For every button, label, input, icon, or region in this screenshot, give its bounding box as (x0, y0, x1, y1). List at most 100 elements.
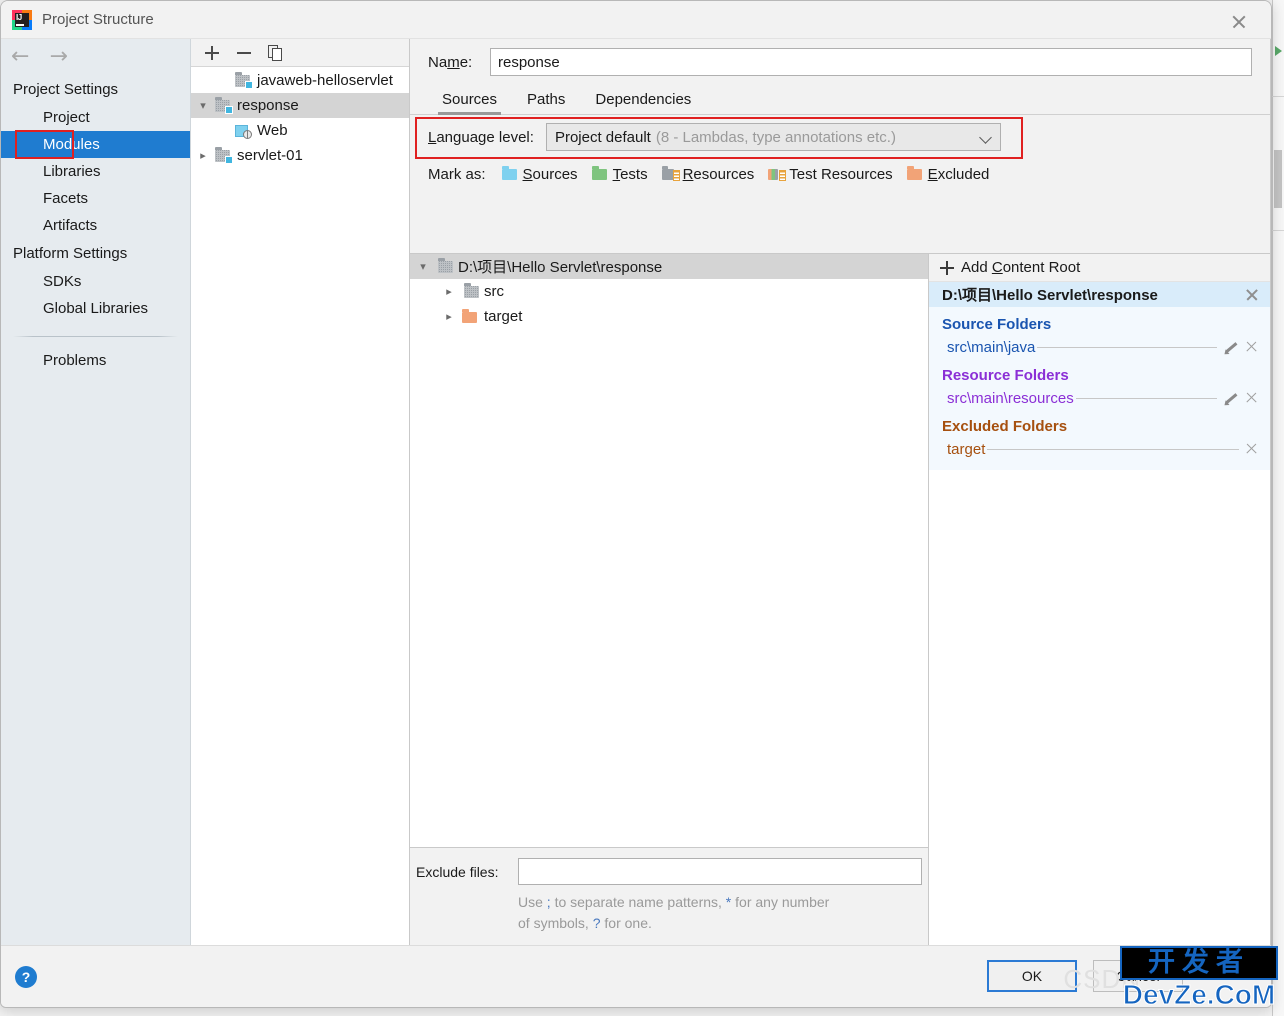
arrow-right-icon[interactable]: → (49, 46, 67, 68)
chevron-down-icon (979, 131, 992, 144)
chevron-right-icon[interactable]: ▸ (436, 285, 462, 298)
exclude-files-input[interactable] (518, 858, 922, 885)
remove-source-folder-icon[interactable] (1245, 340, 1259, 354)
remove-excluded-folder-icon[interactable] (1245, 442, 1259, 456)
mark-as-resources-button[interactable]: Resources (661, 166, 754, 183)
tab-dependencies[interactable]: Dependencies (581, 87, 705, 114)
close-icon[interactable] (1229, 11, 1249, 31)
sidebar-item-label: Modules (43, 136, 100, 153)
content-tree-label: src (484, 283, 504, 300)
language-level-row: Language level: Project default (8 - Lam… (410, 115, 1270, 159)
resource-folder-path: src\main\resources (947, 389, 1074, 407)
chevron-down-icon[interactable]: ▾ (193, 99, 213, 112)
module-folder-icon (213, 146, 233, 164)
add-content-root-label: Add Content Root (961, 259, 1081, 276)
remove-resource-folder-icon[interactable] (1245, 391, 1259, 405)
content-root-label: D:\项目\Hello Servlet\response (458, 259, 663, 276)
remove-module-button[interactable] (231, 41, 257, 65)
content-roots-split: ▾ D:\项目\Hello Servlet\response ▸ src ▸ t… (410, 253, 1270, 945)
sidebar-item-artifacts[interactable]: Artifacts (1, 212, 190, 239)
excluded-folder-icon (906, 166, 925, 181)
mark-as-row: Mark as: Sources Tests Resources Test Re… (410, 159, 1270, 189)
exclude-files-hint: Use ; to separate name patterns, * for a… (410, 885, 830, 934)
module-tabs: Sources Paths Dependencies (410, 85, 1270, 115)
module-name-input[interactable] (490, 48, 1252, 76)
module-row-web-facet[interactable]: Web (191, 118, 409, 143)
exclude-files-label: Exclude files: (416, 863, 499, 880)
mark-as-sources-button[interactable]: Sources (501, 166, 578, 183)
test-resources-folder-icon (768, 167, 787, 181)
module-row-javaweb-helloservlet[interactable]: javaweb-helloservlet (191, 68, 409, 93)
tests-folder-icon (591, 166, 610, 181)
background-divider (1272, 230, 1284, 231)
resources-folder-icon (661, 166, 680, 181)
sidebar-group-project-settings: Project Settings (13, 81, 119, 98)
source-folder-row[interactable]: src\main\java (929, 336, 1270, 358)
sidebar-item-modules[interactable]: Modules (1, 130, 190, 159)
excluded-folders-title: Excluded Folders (942, 418, 1068, 435)
mark-as-excluded-button[interactable]: Excluded (906, 166, 989, 183)
exclude-files-area: Exclude files: Use ; to separate name pa… (410, 847, 928, 945)
module-label: servlet-01 (237, 147, 303, 164)
sidebar-navigation: ← → (1, 39, 190, 75)
edit-resource-folder-icon[interactable] (1223, 390, 1239, 406)
remove-content-root-icon[interactable] (1245, 288, 1259, 302)
content-root-path-header[interactable]: D:\项目\Hello Servlet\response (929, 282, 1270, 307)
sidebar-item-sdks[interactable]: SDKs (1, 268, 190, 295)
tab-sources[interactable]: Sources (428, 87, 511, 115)
background-scrollbar-thumb[interactable] (1274, 150, 1282, 208)
settings-sidebar: ← → Project Settings Project Modules Lib… (1, 39, 191, 945)
sidebar-item-libraries[interactable]: Libraries (1, 158, 190, 185)
folder-rule (1075, 397, 1217, 399)
copy-module-button[interactable] (263, 41, 289, 65)
module-folder-icon (233, 71, 253, 89)
mark-as-label: Mark as: (428, 165, 486, 183)
content-root-row[interactable]: ▾ D:\项目\Hello Servlet\response (410, 254, 928, 279)
module-name-row: Name: (410, 39, 1270, 85)
folder-rule (1037, 346, 1217, 348)
module-label: response (237, 97, 299, 114)
content-root-block: D:\项目\Hello Servlet\response Source Fold… (929, 282, 1270, 470)
module-row-response[interactable]: ▾ response (191, 93, 409, 118)
folder-rule (987, 448, 1239, 450)
sources-folder-icon (501, 166, 520, 181)
copy-icon (268, 44, 284, 61)
chevron-right-icon[interactable]: ▸ (193, 149, 213, 162)
intellij-idea-icon: IJ (12, 9, 32, 30)
sidebar-divider (13, 336, 178, 337)
language-level-detail: (8 - Lambdas, type annotations etc.) (655, 128, 896, 146)
language-level-dropdown[interactable]: Project default (8 - Lambdas, type annot… (545, 123, 1001, 151)
chevron-right-icon[interactable]: ▸ (436, 310, 462, 323)
sidebar-item-problems[interactable]: Problems (1, 347, 190, 374)
modules-toolbar (191, 39, 409, 67)
ok-button[interactable]: OK (987, 960, 1077, 992)
arrow-left-icon[interactable]: ← (11, 46, 29, 68)
resource-folder-row[interactable]: src\main\resources (929, 387, 1270, 409)
help-icon[interactable]: ? (15, 965, 37, 988)
module-folder-icon (213, 96, 233, 114)
cancel-button[interactable]: Cancel (1093, 960, 1183, 992)
edit-source-folder-icon[interactable] (1223, 339, 1239, 355)
content-root-details-panel: Add Content Root D:\项目\Hello Servlet\res… (929, 253, 1270, 945)
dialog-button-bar: ? OK Cancel CSDN (1, 945, 1271, 1007)
add-module-button[interactable] (199, 41, 225, 65)
content-tree-row-target[interactable]: ▸ target (410, 304, 928, 329)
tab-paths[interactable]: Paths (513, 87, 579, 114)
sidebar-item-project[interactable]: Project (1, 104, 190, 131)
mark-as-test-resources-button[interactable]: Test Resources (768, 166, 893, 183)
excluded-folder-row[interactable]: target (929, 438, 1270, 460)
sidebar-item-facets[interactable]: Facets (1, 185, 190, 212)
content-root-folder-icon (436, 257, 458, 275)
sidebar-item-global-libraries[interactable]: Global Libraries (1, 295, 190, 322)
add-content-root-button[interactable]: Add Content Root (929, 254, 1270, 282)
plus-icon (940, 260, 954, 275)
mark-as-tests-button[interactable]: Tests (591, 166, 648, 183)
chevron-down-icon[interactable]: ▾ (410, 260, 436, 273)
module-editor-panel: Name: Sources Paths Dependencies Languag… (410, 39, 1271, 945)
module-row-servlet-01[interactable]: ▸ servlet-01 (191, 143, 409, 168)
content-tree-row-src[interactable]: ▸ src (410, 279, 928, 304)
module-name-label: Name: (428, 53, 473, 71)
hint-part-2: to separate name patterns, (550, 894, 726, 910)
module-label: Web (257, 122, 288, 139)
background-divider (1272, 96, 1284, 97)
